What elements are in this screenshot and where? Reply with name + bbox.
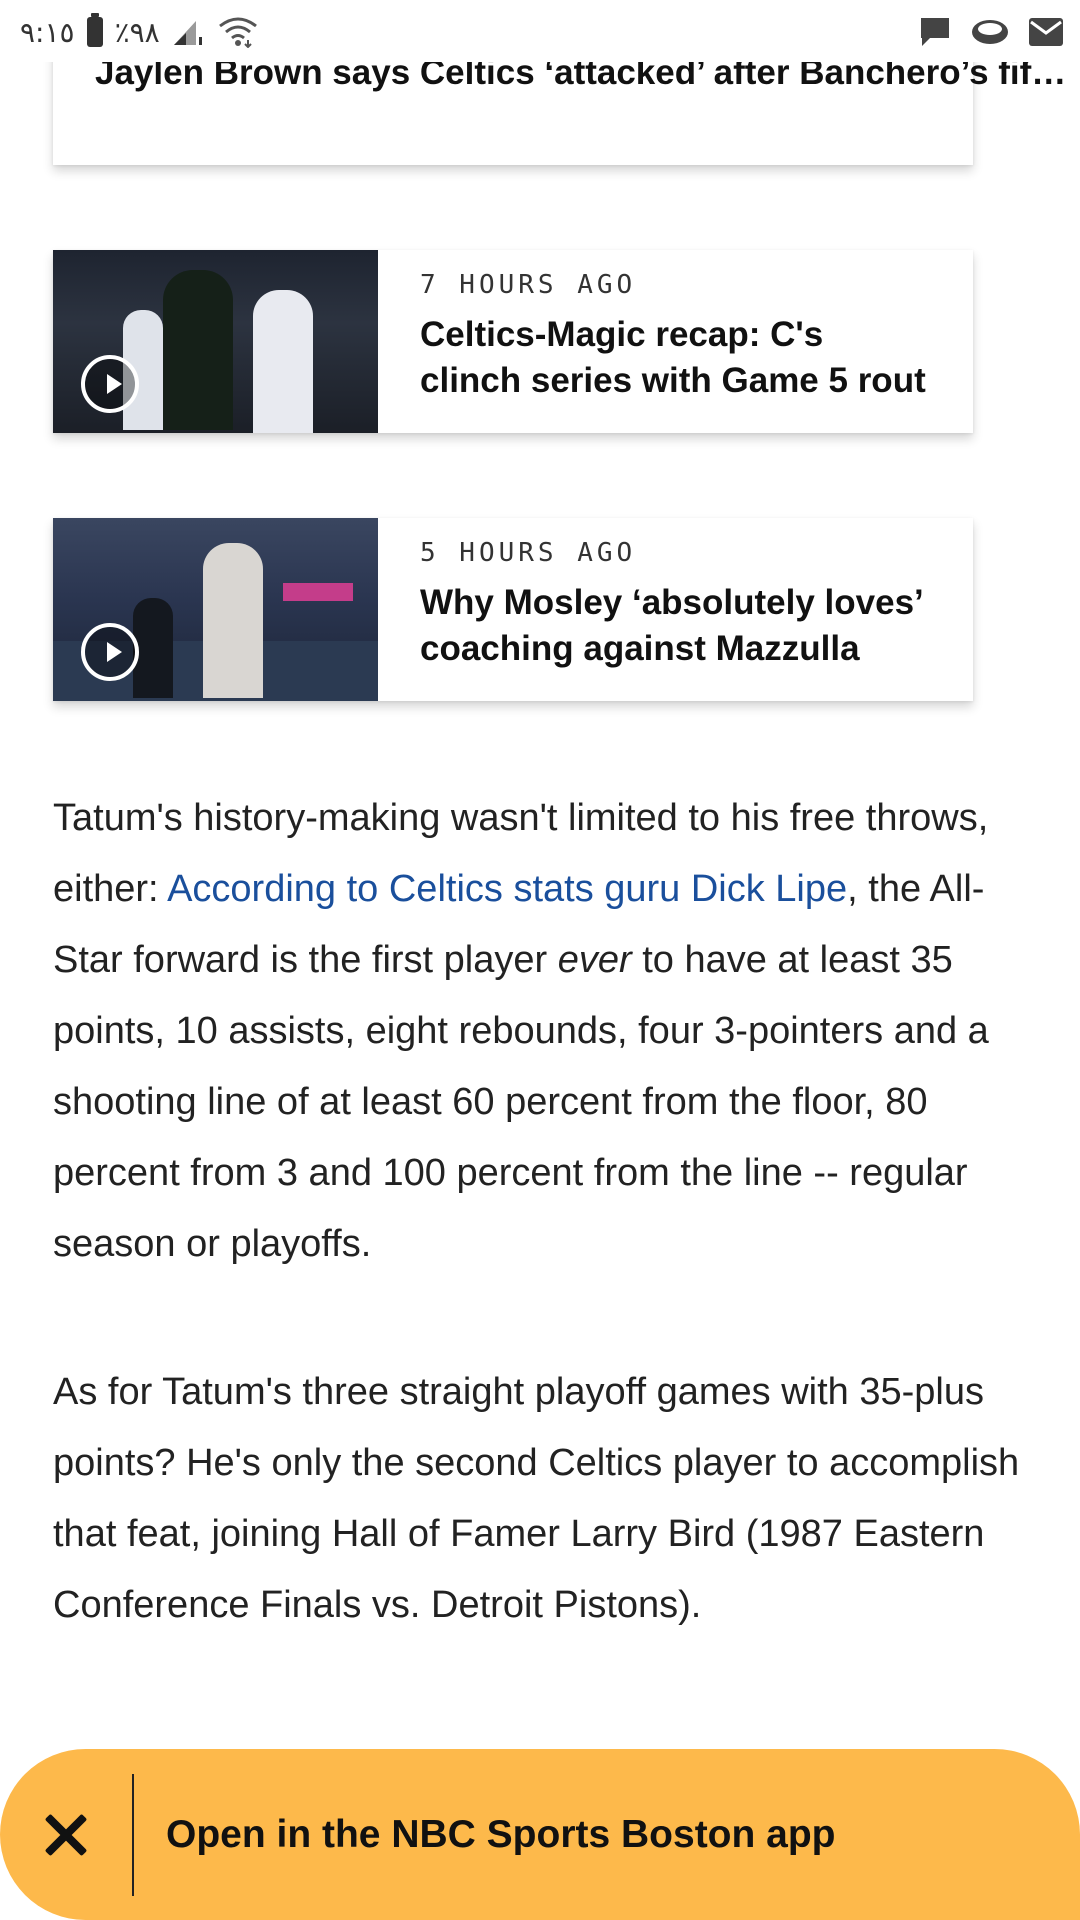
video-timestamp: 5 HOURS AGO bbox=[420, 538, 637, 568]
article-paragraph: Tatum's history-making wasn't limited to… bbox=[53, 783, 1033, 1280]
battery-icon bbox=[86, 13, 103, 47]
video-timestamp: 7 HOURS AGO bbox=[420, 270, 637, 300]
app-icon bbox=[972, 20, 1008, 44]
status-right bbox=[918, 12, 1064, 52]
video-thumbnail[interactable] bbox=[53, 250, 378, 433]
video-card-text: 5 HOURS AGO Why Mosley ‘absolutely loves… bbox=[378, 518, 973, 701]
wifi-icon bbox=[218, 17, 257, 48]
video-card[interactable]: 7 HOURS AGO Celtics-Magic recap: C's cli… bbox=[53, 250, 973, 433]
status-time: ٩:١٥ bbox=[20, 15, 75, 49]
open-in-app-label[interactable]: Open in the NBC Sports Boston app bbox=[166, 1813, 836, 1857]
banner-divider bbox=[132, 1773, 134, 1896]
video-title[interactable]: Celtics-Magic recap: C's clinch series w… bbox=[420, 312, 933, 404]
play-icon bbox=[81, 623, 139, 681]
stats-guru-link[interactable]: According to Celtics stats guru Dick Lip… bbox=[167, 868, 847, 910]
emphasis-text: ever bbox=[557, 939, 632, 981]
close-icon[interactable] bbox=[0, 1775, 132, 1895]
chat-icon bbox=[921, 18, 949, 46]
video-card-text: 7 HOURS AGO Celtics-Magic recap: C's cli… bbox=[378, 250, 973, 433]
article-paragraph: As for Tatum's three straight playoff ga… bbox=[53, 1371, 1020, 1626]
video-card[interactable]: 5 HOURS AGO Why Mosley ‘absolutely loves… bbox=[53, 518, 973, 701]
battery-level: ٪٩٨ bbox=[114, 15, 160, 49]
mail-icon bbox=[1029, 18, 1063, 46]
status-bar: ٩:١٥ ٪٩٨ bbox=[0, 0, 1080, 62]
status-left: ٩:١٥ ٪٩٨ bbox=[20, 12, 258, 52]
play-icon bbox=[81, 355, 139, 413]
signal-icon bbox=[173, 21, 202, 45]
open-in-app-banner[interactable]: Open in the NBC Sports Boston app bbox=[0, 1749, 1080, 1920]
video-thumbnail[interactable] bbox=[53, 518, 378, 701]
video-title[interactable]: Why Mosley ‘absolutely loves’ coaching a… bbox=[420, 580, 933, 672]
paragraph-text: to have at least 35 points, 10 assists, … bbox=[53, 939, 989, 1265]
